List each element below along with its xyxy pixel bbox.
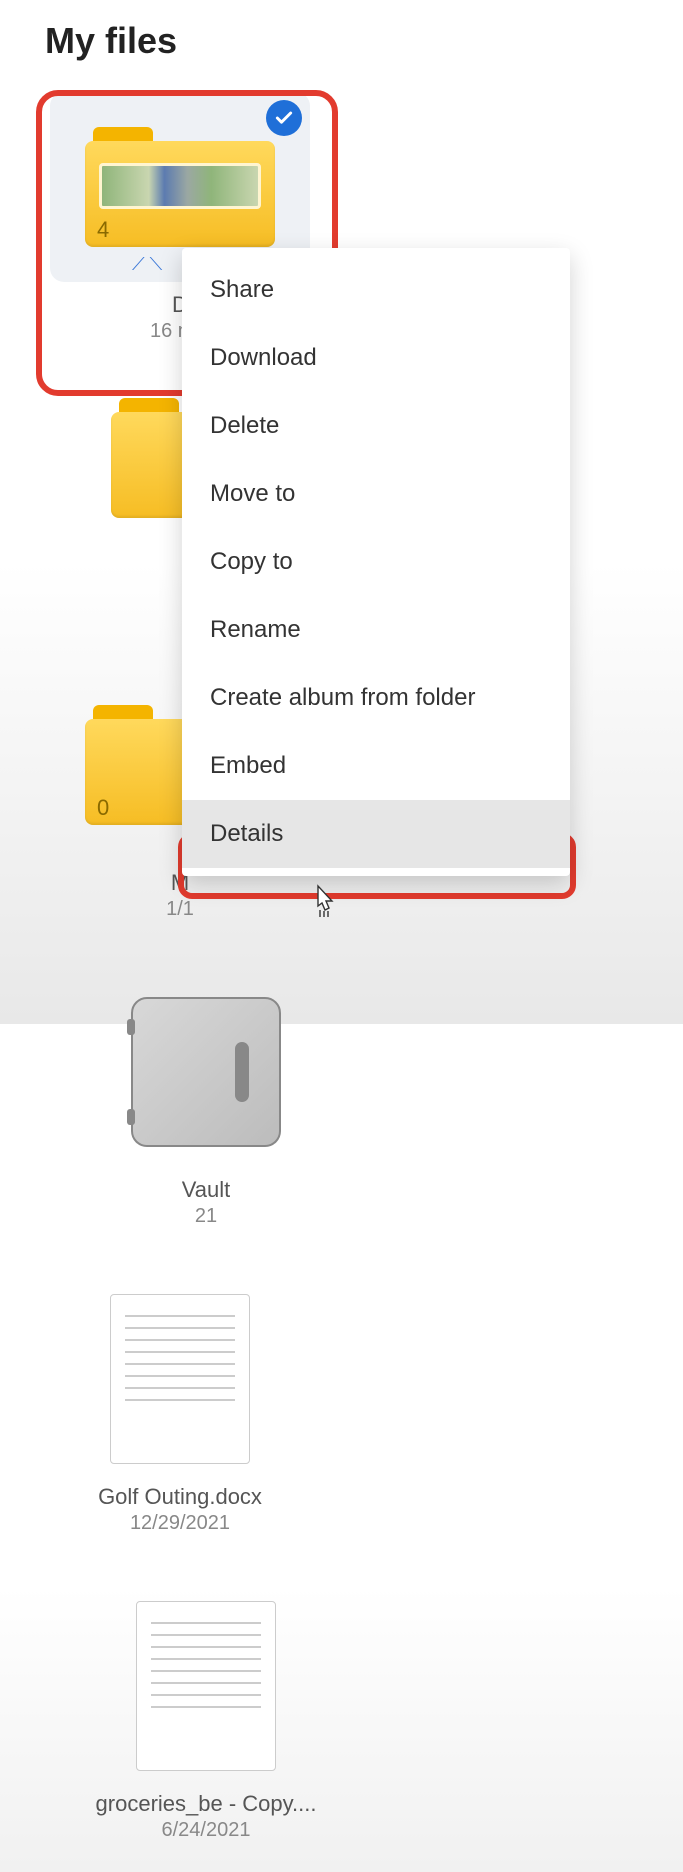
item-subtitle: 1/1 [166, 898, 194, 921]
file-item[interactable]: Golf Outing.docx 12/29/2021 [40, 1284, 320, 1535]
file-item[interactable]: groceries_be - Copy.... 6/24/2021 [66, 1591, 346, 1842]
document-icon [110, 1294, 250, 1464]
folder-icon: 4 [85, 127, 275, 247]
item-name: groceries_be - Copy.... [96, 1791, 317, 1817]
menu-move-to[interactable]: Move to [182, 460, 570, 528]
item-subtitle: 21 [195, 1205, 217, 1228]
document-icon [136, 1601, 276, 1771]
menu-download[interactable]: Download [182, 324, 570, 392]
item-subtitle: 12/29/2021 [130, 1512, 230, 1535]
folder-count: 4 [97, 217, 109, 243]
file-thumb [76, 1591, 336, 1781]
vault-icon [131, 997, 281, 1147]
menu-share[interactable]: Share [182, 256, 570, 324]
vault-thumb [76, 977, 336, 1167]
menu-rename[interactable]: Rename [182, 596, 570, 664]
file-thumb [50, 1284, 310, 1474]
page-title: My files [0, 0, 683, 62]
menu-embed[interactable]: Embed [182, 732, 570, 800]
vault-item[interactable]: Vault 21 [66, 977, 346, 1228]
item-subtitle: 6/24/2021 [162, 1819, 251, 1842]
folder-count: 0 [97, 795, 109, 821]
menu-delete[interactable]: Delete [182, 392, 570, 460]
context-menu: Share Download Delete Move to Copy to Re… [182, 248, 570, 876]
item-name: Golf Outing.docx [98, 1484, 262, 1510]
loading-icon: ⟋ ⟍ [132, 254, 162, 275]
menu-create-album[interactable]: Create album from folder [182, 664, 570, 732]
item-name: Vault [182, 1177, 231, 1203]
menu-copy-to[interactable]: Copy to [182, 528, 570, 596]
folder-preview-image [99, 163, 261, 209]
menu-details[interactable]: Details [182, 800, 570, 868]
